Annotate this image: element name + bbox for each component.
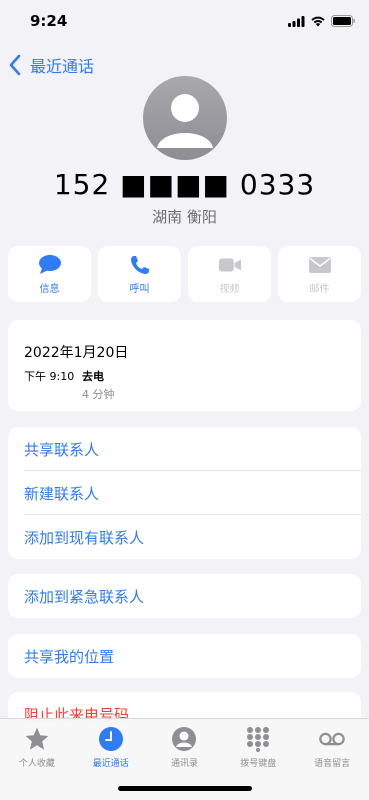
wifi-icon (311, 16, 325, 27)
phone-number: 152 ■■■■ 0333 (53, 168, 316, 201)
tab-contacts-label: 通讯录 (170, 759, 198, 769)
status-bar: 9:24 (0, 0, 369, 44)
mail-button[interactable]: 邮件 (278, 246, 361, 302)
action-buttons: 信息 呼叫 视频 邮件 (8, 246, 361, 302)
message-button[interactable]: 信息 (8, 246, 91, 302)
video-button[interactable]: 视频 (188, 246, 271, 302)
call-button-label: 呼叫 (129, 283, 150, 295)
keypad-icon (244, 725, 272, 753)
mail-icon (308, 254, 332, 276)
share-my-location-row[interactable]: 共享我的位置 (8, 634, 361, 678)
person-silhouette-icon (157, 94, 213, 148)
tab-favorites-label: 个人收藏 (18, 759, 55, 769)
tab-favorites[interactable]: 个人收藏 (0, 719, 74, 800)
video-button-label: 视频 (219, 283, 240, 295)
call-button[interactable]: 呼叫 (98, 246, 181, 302)
status-time: 9:24 (30, 12, 68, 30)
tab-recents-label: 最近通话 (92, 759, 129, 769)
share-contact-row[interactable]: 共享联系人 (8, 427, 361, 471)
emergency-contact-card: 添加到紧急联系人 (8, 574, 361, 618)
call-time: 下午 9:10 (24, 370, 75, 383)
tab-voicemail-label: 语音留言 (314, 759, 351, 769)
create-contact-row[interactable]: 新建联系人 (8, 471, 361, 515)
back-button[interactable]: 最近通话 (8, 52, 94, 78)
contact-avatar (143, 76, 227, 160)
clock-icon (97, 725, 125, 753)
add-emergency-contact-row[interactable]: 添加到紧急联系人 (8, 574, 361, 618)
call-type: 去电 (82, 370, 104, 383)
tab-keypad-label: 拨号键盘 (240, 759, 277, 769)
video-icon (218, 254, 242, 276)
tab-voicemail[interactable]: 语音留言 (295, 719, 369, 800)
message-button-label: 信息 (39, 283, 60, 295)
mail-button-label: 邮件 (309, 283, 330, 295)
share-location-card: 共享我的位置 (8, 634, 361, 678)
call-history-card: 2022年1月20日 下午 9:10 去电 4 分钟 (8, 320, 361, 411)
battery-icon (331, 15, 355, 27)
add-to-existing-contact-row[interactable]: 添加到现有联系人 (8, 515, 361, 559)
phone-icon (128, 254, 152, 276)
call-duration: 4 分钟 (82, 388, 115, 401)
voicemail-icon (318, 725, 346, 753)
star-icon (23, 725, 51, 753)
back-label: 最近通话 (30, 57, 95, 76)
contact-options-card: 共享联系人 新建联系人 添加到现有联系人 (8, 427, 361, 559)
call-date: 2022年1月20日 (24, 345, 129, 361)
phone-location: 湖南 衡阳 (152, 208, 217, 226)
cellular-signal-icon (288, 16, 305, 27)
home-indicator[interactable] (118, 786, 252, 791)
person-circle-icon (170, 725, 198, 753)
chevron-left-icon (9, 54, 21, 76)
message-icon (38, 254, 62, 276)
